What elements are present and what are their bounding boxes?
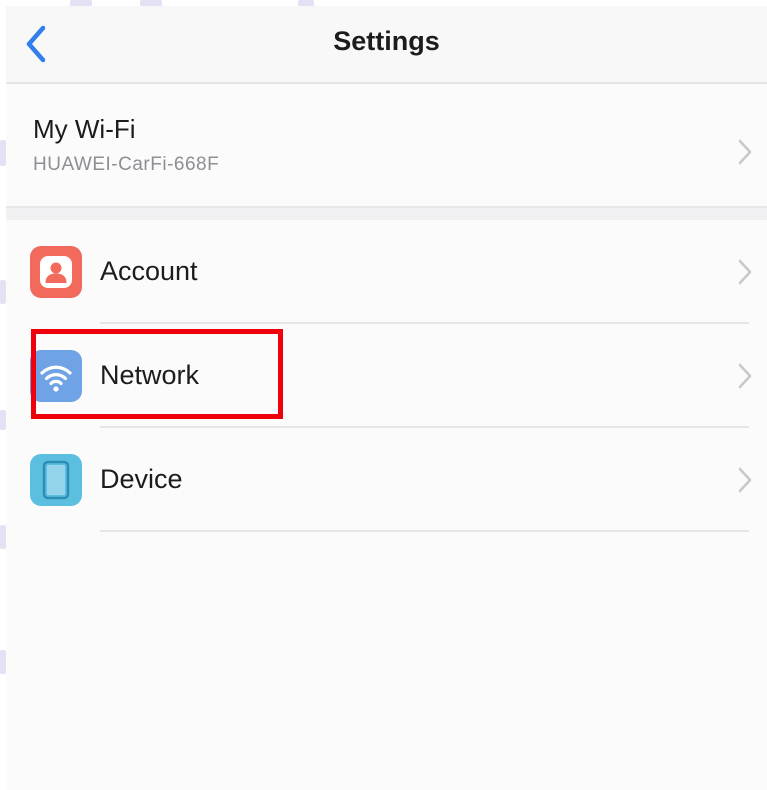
menu-item-network[interactable]: Network	[6, 324, 767, 428]
settings-screen: Settings My Wi-Fi HUAWEI-CarFi-668F Acco…	[6, 6, 767, 790]
wifi-icon	[30, 350, 82, 402]
divider	[100, 530, 749, 532]
menu-item-label: Device	[100, 464, 183, 494]
chevron-right-icon	[738, 467, 752, 493]
wifi-ssid: HUAWEI-CarFi-668F	[33, 154, 220, 175]
menu-item-label: Account	[100, 256, 198, 286]
menu-item-account[interactable]: Account	[6, 220, 767, 324]
page-title: Settings	[333, 26, 440, 56]
device-icon	[30, 454, 82, 506]
my-wifi-row[interactable]: My Wi-Fi HUAWEI-CarFi-668F	[6, 84, 767, 208]
menu-item-device[interactable]: Device	[6, 428, 767, 532]
wifi-title: My Wi-Fi	[33, 114, 136, 144]
section-separator	[6, 208, 767, 220]
account-icon	[30, 246, 82, 298]
chevron-right-icon	[738, 259, 752, 285]
chevron-right-icon	[738, 139, 752, 165]
nav-bar: Settings	[6, 6, 767, 84]
chevron-right-icon	[738, 363, 752, 389]
menu-item-label: Network	[100, 360, 200, 390]
